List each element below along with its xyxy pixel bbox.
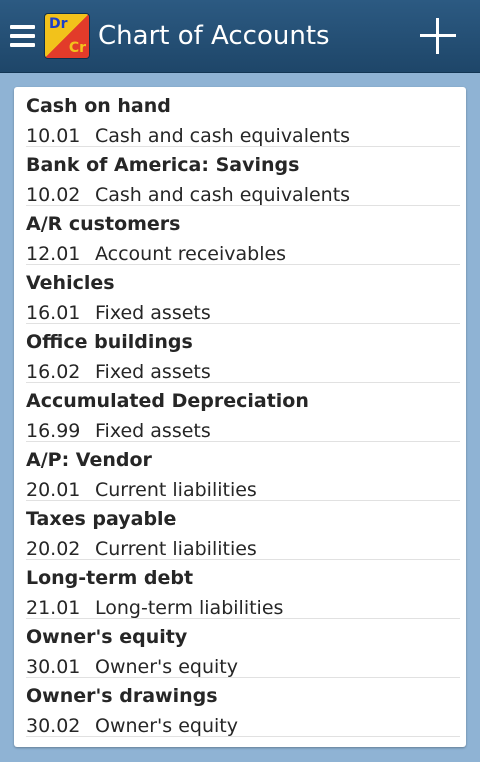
list-item[interactable]: Owner's equity 30.01 Owner's equity	[26, 619, 460, 678]
list-item[interactable]: Long-term debt 21.01 Long-term liabiliti…	[26, 560, 460, 619]
list-item[interactable]: Cash on hand 10.01 Cash and cash equival…	[26, 88, 460, 147]
account-name: Cash on hand	[26, 95, 171, 117]
page-title: Chart of Accounts	[98, 21, 330, 51]
account-category: Fixed assets	[95, 302, 211, 324]
account-code: 10.02	[26, 184, 81, 206]
list-item[interactable]: Accumulated Depreciation 16.99 Fixed ass…	[26, 383, 460, 442]
list-item[interactable]: A/R customers 12.01 Account receivables	[26, 206, 460, 265]
account-category: Owner's equity	[95, 656, 238, 678]
list-item[interactable]: Taxes payable 20.02 Current liabilities	[26, 501, 460, 560]
account-code: 16.99	[26, 420, 81, 442]
account-code: 16.02	[26, 361, 81, 383]
account-code: 16.01	[26, 302, 81, 324]
account-category: Cash and cash equivalents	[95, 184, 351, 206]
logo-credit-text: Cr	[68, 40, 86, 56]
account-name: Office buildings	[26, 331, 193, 353]
account-code: 30.02	[26, 715, 81, 737]
account-category: Current liabilities	[95, 479, 257, 501]
account-name: Accumulated Depreciation	[26, 390, 309, 412]
account-code: 30.01	[26, 656, 81, 678]
account-name: A/P: Vendor	[26, 449, 152, 471]
list-item[interactable]: A/P: Vendor 20.01 Current liabilities	[26, 442, 460, 501]
account-category: Owner's equity	[95, 715, 238, 737]
account-code: 20.02	[26, 538, 81, 560]
account-name: Long-term debt	[26, 567, 194, 589]
logo-debit-text: Dr	[49, 16, 68, 32]
account-code: 10.01	[26, 125, 81, 147]
account-name: Owner's equity	[26, 626, 188, 648]
account-name: Owner's drawings	[26, 685, 218, 707]
list-item[interactable]: Owner's drawings 30.02 Owner's equity	[26, 678, 460, 737]
account-name: A/R customers	[26, 213, 181, 235]
account-category: Current liabilities	[95, 538, 257, 560]
account-name: Bank of America: Savings	[26, 154, 300, 176]
list-item[interactable]: Vehicles 16.01 Fixed assets	[26, 265, 460, 324]
account-category: Fixed assets	[95, 420, 211, 442]
account-category: Fixed assets	[95, 361, 211, 383]
account-code: 12.01	[26, 243, 81, 265]
plus-icon[interactable]	[420, 18, 456, 54]
account-code: 20.01	[26, 479, 81, 501]
list-item[interactable]: Bank of America: Savings 10.02 Cash and …	[26, 147, 460, 206]
account-code: 21.01	[26, 597, 81, 619]
app-logo[interactable]: Dr Cr	[45, 14, 89, 58]
account-category: Cash and cash equivalents	[95, 125, 351, 147]
list-item[interactable]: Office buildings 16.02 Fixed assets	[26, 324, 460, 383]
account-category: Long-term liabilities	[95, 597, 284, 619]
menu-icon[interactable]	[10, 25, 35, 47]
account-category: Account receivables	[95, 243, 287, 265]
app-bar: Dr Cr Chart of Accounts	[0, 0, 480, 73]
account-name: Vehicles	[26, 272, 115, 294]
accounts-list: Cash on hand 10.01 Cash and cash equival…	[14, 87, 466, 747]
account-name: Taxes payable	[26, 508, 177, 530]
